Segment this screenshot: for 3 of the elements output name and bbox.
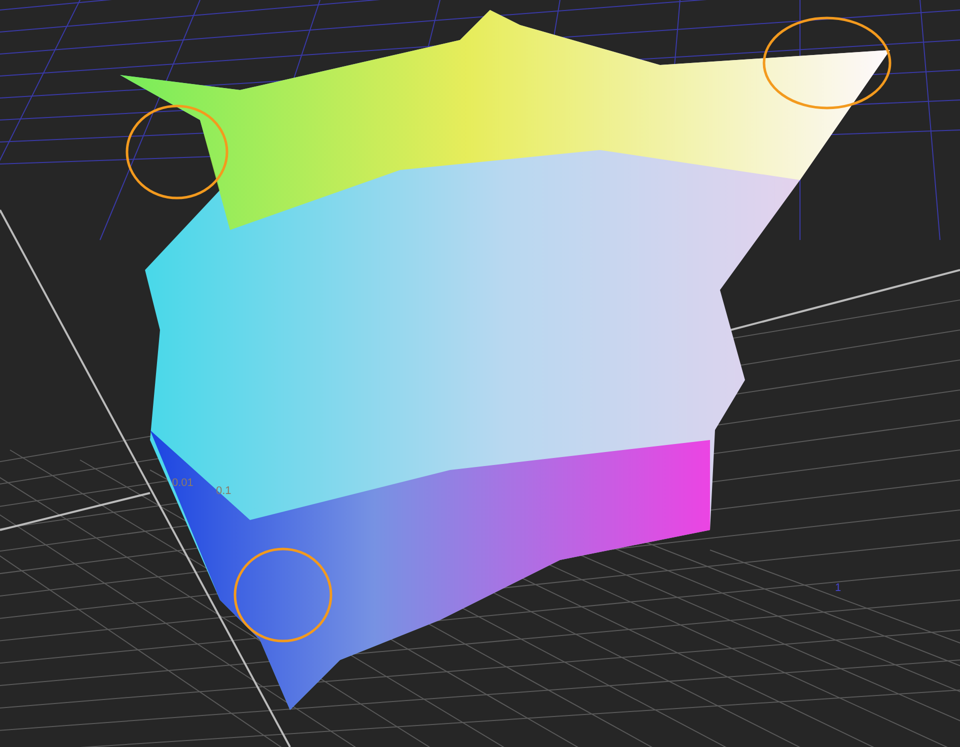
axis-label: 1 [835, 582, 842, 594]
axis-label: 0.01 [172, 477, 194, 489]
axis-label: 0.1 [216, 485, 232, 497]
